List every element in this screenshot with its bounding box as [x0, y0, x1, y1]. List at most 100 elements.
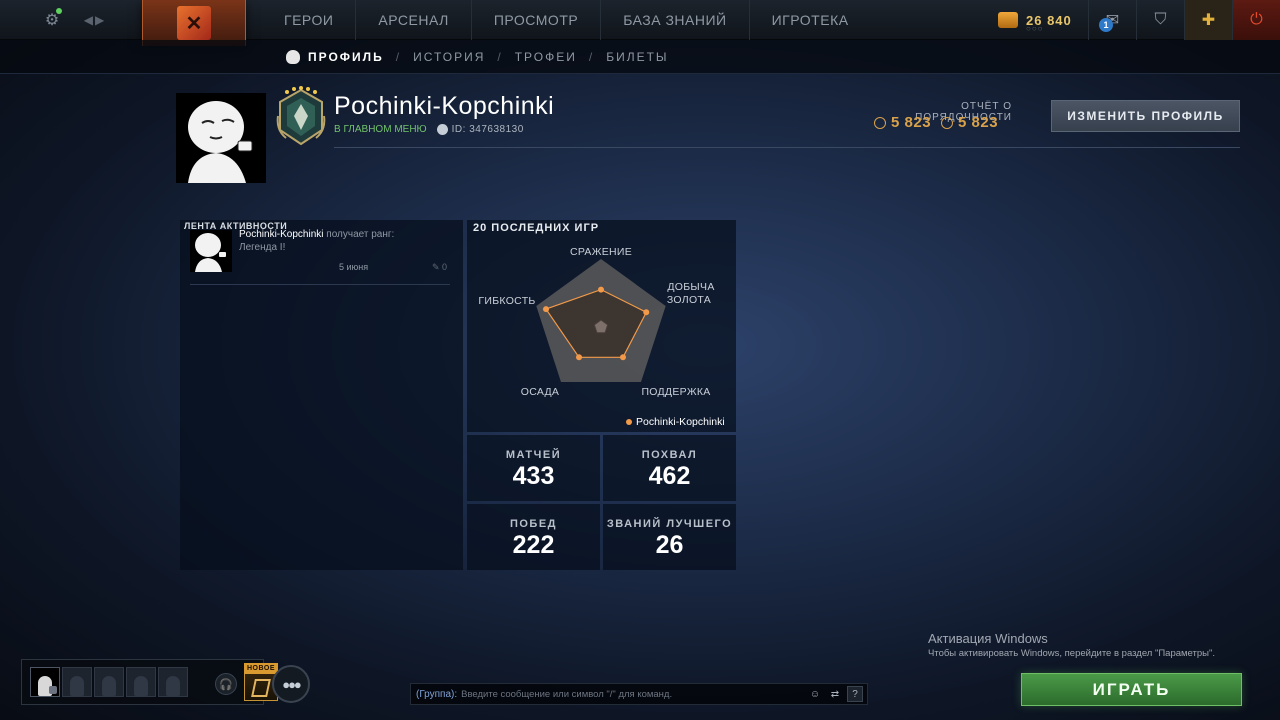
feed-text: Pochinki-Kopchinki получает ранг: Легенд…: [239, 228, 449, 254]
avatar[interactable]: [176, 93, 266, 183]
power-icon: ⏻: [1250, 11, 1263, 28]
party-slot-empty[interactable]: [62, 667, 92, 697]
help-button[interactable]: ?: [847, 686, 863, 702]
profile-name: Pochinki-Kopchinki: [334, 92, 555, 120]
top-bar-right: ✉ 1 ⛉ ✚ ⏻: [1088, 0, 1280, 40]
person-icon: [134, 676, 148, 696]
watermark-subtitle: Чтобы активировать Windows, перейдите в …: [928, 648, 1215, 659]
notification-badge: 1: [1099, 18, 1113, 32]
smiley-icon: [941, 116, 954, 129]
stat-label: ПОХВАЛ: [641, 449, 698, 461]
stat-commends: ПОХВАЛ 462: [603, 435, 736, 501]
party-slot-empty[interactable]: [158, 667, 188, 697]
exit-button[interactable]: ⏻: [1232, 0, 1280, 40]
online-dot: [56, 8, 62, 14]
nav-heroes[interactable]: ГЕРОИ: [262, 0, 357, 40]
chat-bar: (Группа): ☺ ⇄ ?: [410, 683, 868, 705]
person-icon: [102, 676, 116, 696]
radar-label-fighting: СРАЖЕНИЕ: [570, 246, 632, 258]
stat-value: 222: [512, 531, 555, 559]
radar-point-farming: [643, 309, 650, 316]
smiley-icon: [874, 116, 886, 129]
feed-rank: Легенда I!: [239, 242, 286, 253]
radar-point-fighting: [598, 286, 604, 293]
stat-label: МАТЧЕЙ: [505, 449, 562, 461]
radar-label-support: ПОДДЕРЖКА: [641, 386, 710, 398]
feed-date: 5 июня: [339, 262, 369, 272]
nav-armory[interactable]: АРСЕНАЛ: [356, 0, 472, 40]
tab-tickets[interactable]: БИЛЕТЫ: [606, 50, 668, 64]
stat-value: 433: [512, 462, 555, 490]
stat-matches: МАТЧЕЙ 433: [467, 435, 600, 501]
shard-icon: [998, 12, 1018, 28]
inventory-button[interactable]: ⛉: [1136, 0, 1184, 40]
conduct-summary[interactable]: 5 823 5 823: [874, 114, 998, 131]
online-status: В ГЛАВНОМ МЕНЮ: [334, 124, 427, 135]
party-slot-self[interactable]: [30, 667, 60, 697]
radar-label-farming: ДОБЫЧА: [667, 281, 714, 293]
battle-pass-icon: [251, 679, 271, 697]
shards-sub-icon: ○○○: [1026, 24, 1044, 33]
radar-chart: СРАЖЕНИЕ ДОБЫЧА ЗОЛОТА ПОДДЕРЖКА ОСАДА Г…: [478, 246, 714, 398]
avatar[interactable]: [190, 230, 232, 272]
radar-label-pushing: ОСАДА: [521, 386, 560, 398]
person-icon: [70, 676, 84, 696]
tab-trophies[interactable]: ТРОФЕИ: [515, 50, 577, 64]
activity-feed: ЛЕНТА АКТИВНОСТИ Pochinki-Kopchinki полу…: [180, 220, 463, 570]
tab-profile[interactable]: ПРОФИЛЬ: [308, 50, 384, 64]
emoji-icon[interactable]: ☺: [807, 686, 823, 702]
dota-plus-button[interactable]: ✚: [1184, 0, 1232, 40]
radar-point-pushing: [576, 354, 583, 361]
windows-activation-watermark: Активация Windows Чтобы активировать Win…: [928, 631, 1215, 659]
play-button[interactable]: ИГРАТЬ: [1021, 673, 1242, 706]
status-line: В ГЛАВНОМ МЕНЮ ID: 347638130: [334, 124, 524, 135]
radar-label-versatility: ГИБКОСТЬ: [478, 295, 535, 307]
stat-label: ПОБЕД: [509, 518, 558, 530]
radar-point-versatility: [543, 306, 550, 313]
chat-input[interactable]: [461, 688, 807, 700]
stat-value: 462: [648, 462, 691, 490]
person-icon: [166, 676, 180, 696]
profile-subnav: ПРОФИЛЬ / ИСТОРИЯ / ТРОФЕИ / БИЛЕТЫ: [0, 40, 1280, 74]
mail-button[interactable]: ✉ 1: [1088, 0, 1136, 40]
comment-count[interactable]: ✎ 0: [432, 262, 447, 273]
main-nav: ГЕРОИ АРСЕНАЛ ПРОСМОТР БАЗА ЗНАНИЙ ИГРОТ…: [262, 0, 871, 40]
gear-icon[interactable]: ⚙: [36, 0, 68, 40]
tab-history[interactable]: ИСТОРИЯ: [413, 50, 485, 64]
stat-value: 26: [655, 531, 684, 559]
legend-label: Pochinki-Kopchinki: [636, 416, 725, 428]
steam-id: ID: 347638130: [451, 124, 524, 135]
lock-icon: [49, 686, 57, 694]
edit-profile-button[interactable]: ИЗМЕНИТЬ ПРОФИЛЬ: [1051, 100, 1240, 132]
party-slot-empty[interactable]: [94, 667, 124, 697]
headset-icon[interactable]: 🎧: [215, 673, 237, 695]
nav-learn[interactable]: БАЗА ЗНАНИЙ: [601, 0, 750, 40]
chevron-left-icon[interactable]: ◀: [84, 13, 95, 27]
rank-medal[interactable]: [274, 86, 328, 148]
avatar-image: [195, 233, 226, 272]
nav-watch[interactable]: ПРОСМОТР: [472, 0, 602, 40]
comment-icon: ✎: [432, 262, 443, 272]
legend-dot: [626, 419, 632, 425]
chart-legend: Pochinki-Kopchinki: [626, 416, 725, 428]
watermark-title: Активация Windows: [928, 631, 1048, 646]
conduct-value: 5 823: [891, 114, 932, 131]
comment-count-value: 0: [442, 262, 448, 272]
radar-point-support: [619, 354, 626, 361]
chevron-right-icon[interactable]: ▶: [95, 13, 106, 27]
plus-icon: ✚: [1201, 12, 1216, 29]
stat-label: ЗВАНИЙ ЛУЧШЕГО: [606, 518, 733, 530]
friends-button[interactable]: ●●●: [272, 665, 310, 703]
divider: [190, 284, 450, 285]
chat-wheel-icon[interactable]: ⇄: [827, 686, 843, 702]
shards-counter[interactable]: 26 840 ○○○: [998, 0, 1072, 40]
chat-channel[interactable]: (Группа):: [416, 689, 457, 700]
feed-user[interactable]: Pochinki-Kopchinki: [239, 229, 324, 240]
avatar-image: [176, 93, 266, 183]
party-slot-empty[interactable]: [126, 667, 156, 697]
group-icon: ●●●: [282, 676, 302, 692]
separator: /: [395, 50, 402, 64]
stat-mvp: ЗВАНИЙ ЛУЧШЕГО 26: [603, 504, 736, 570]
party-bar: 🎧 НОВОЕ: [21, 659, 278, 705]
nav-arcade[interactable]: ИГРОТЕКА: [750, 0, 871, 40]
